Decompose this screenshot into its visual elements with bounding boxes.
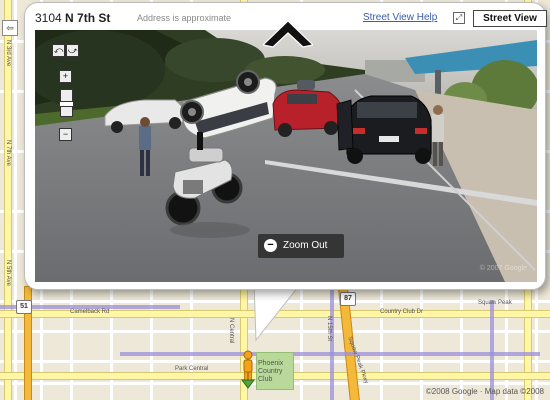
balloon-pointer — [254, 282, 303, 342]
map-transit-line — [330, 290, 334, 400]
minus-icon: − — [264, 239, 277, 252]
address-street: N 7th St — [65, 11, 111, 25]
street-view-panorama[interactable]: ⤺ ⤻ + − − Zoom Out © 2007 Google — [35, 30, 537, 282]
route-shield: 51 — [16, 300, 32, 314]
zoom-out-button[interactable]: − Zoom Out — [258, 234, 344, 258]
address-approx-note: Address is approximate — [137, 13, 232, 23]
address-line: 3104 N 7th St — [35, 11, 110, 25]
map-label: N 7th Ave — [5, 140, 11, 166]
map-label: N 5th Ave — [5, 260, 11, 286]
map-label: N 15th St — [326, 316, 332, 342]
panorama-copyright: © 2007 Google — [479, 265, 527, 272]
rotate-right-button[interactable]: ⤻ — [66, 44, 79, 57]
map-label: N Central — [228, 318, 234, 344]
street-view-help-link[interactable]: Street View Help — [363, 12, 437, 23]
map-label: Country Club Dr — [380, 309, 424, 315]
route-shield: 87 — [340, 292, 356, 306]
panorama-controls: ⤺ ⤻ + − — [52, 44, 79, 144]
expand-icon[interactable]: ⤢ — [453, 12, 465, 24]
map-copyright: ©2008 Google · Map data ©2008 — [425, 387, 544, 396]
zoom-out-button[interactable]: − — [59, 128, 72, 141]
zoom-slider-handle[interactable] — [59, 101, 74, 107]
address-number: 3104 — [35, 11, 62, 25]
zoom-in-button[interactable]: + — [59, 70, 72, 83]
map-label: Camelback Rd — [70, 309, 110, 315]
map-street — [14, 0, 17, 400]
street-view-balloon: 3104 N 7th St Address is approximate Str… — [24, 2, 547, 290]
zoom-slider[interactable] — [59, 89, 74, 117]
street-view-button[interactable]: Street View — [473, 10, 547, 27]
map-label: Squaw Peak — [478, 300, 512, 306]
map-transit-line — [490, 300, 494, 400]
pegman-icon[interactable] — [240, 350, 256, 390]
map-label: Phoenix Country Club — [258, 360, 284, 383]
rotate-left-button[interactable]: ⤺ — [52, 44, 65, 57]
map-label: Park Central — [175, 366, 209, 372]
move-forward-arrow-icon[interactable] — [263, 19, 313, 49]
map-label: N 3rd Ave — [5, 40, 11, 67]
map-pan-icon[interactable]: ⇦ — [2, 20, 18, 36]
zoom-out-label: Zoom Out — [283, 240, 328, 251]
